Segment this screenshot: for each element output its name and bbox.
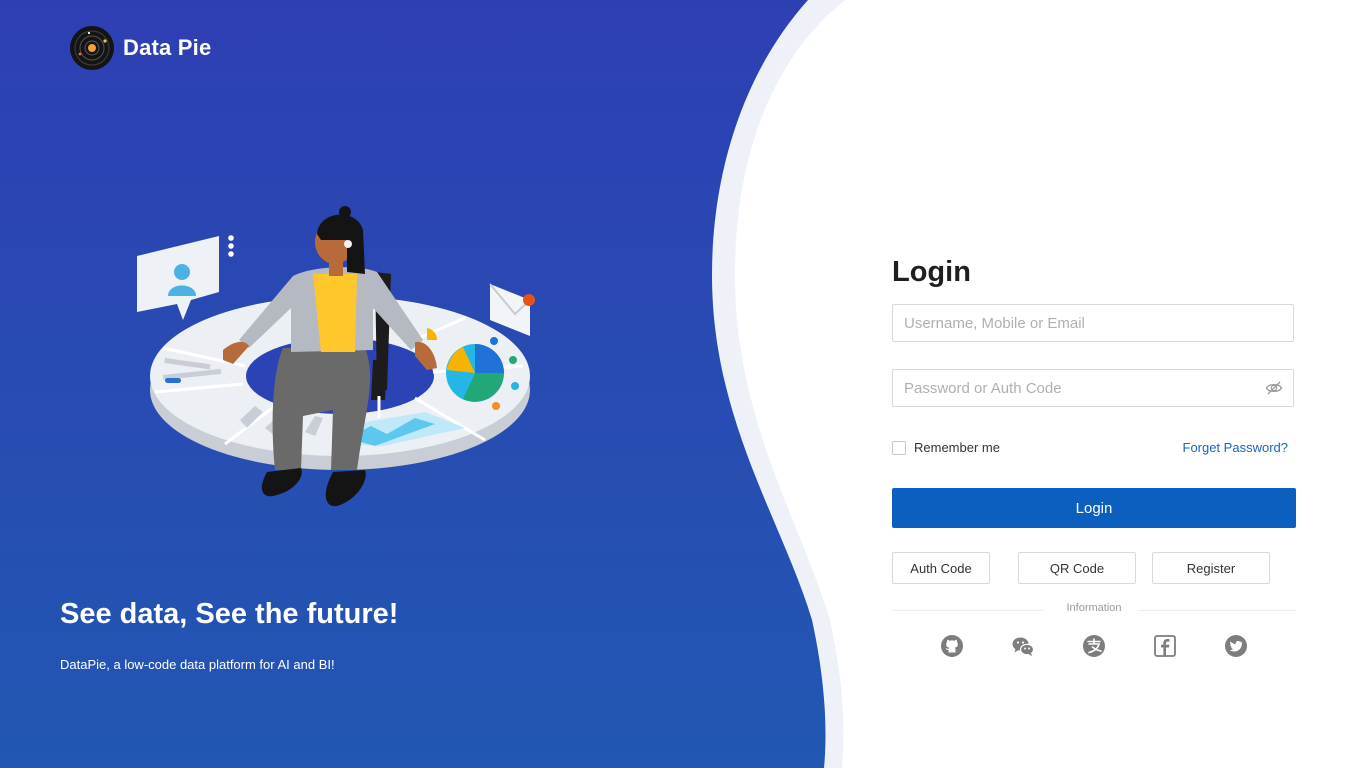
brand[interactable]: Data Pie: [69, 25, 211, 71]
remember-checkbox[interactable]: [892, 440, 906, 455]
forget-password-link[interactable]: Forget Password?: [1183, 440, 1289, 455]
password-field-container: [892, 369, 1294, 407]
alipay-icon[interactable]: [1082, 634, 1106, 658]
github-icon[interactable]: [940, 634, 964, 658]
eye-hidden-icon[interactable]: [1265, 379, 1283, 397]
login-title: Login: [892, 256, 971, 288]
twitter-icon[interactable]: [1224, 634, 1248, 658]
password-input[interactable]: [893, 370, 1293, 406]
brand-name: Data Pie: [123, 35, 212, 60]
information-divider: Information: [892, 602, 1296, 618]
username-input[interactable]: [893, 305, 1293, 341]
login-button[interactable]: Login: [892, 488, 1296, 528]
qr-code-button[interactable]: QR Code: [1018, 552, 1136, 584]
username-field-container: [892, 304, 1294, 342]
auth-code-button[interactable]: Auth Code: [892, 552, 990, 584]
hero-illustration: [137, 206, 535, 507]
remember-label: Remember me: [914, 440, 1000, 455]
divider-label: Information: [1066, 602, 1122, 614]
register-button[interactable]: Register: [1152, 552, 1270, 584]
hero-headline: See data, See the future!: [60, 598, 399, 630]
datapie-logo-icon: [70, 26, 114, 70]
hero-tagline: DataPie, a low-code data platform for AI…: [60, 657, 335, 672]
facebook-icon[interactable]: [1153, 634, 1177, 658]
remember-me[interactable]: Remember me: [892, 440, 1000, 455]
wechat-icon[interactable]: [1011, 634, 1035, 658]
